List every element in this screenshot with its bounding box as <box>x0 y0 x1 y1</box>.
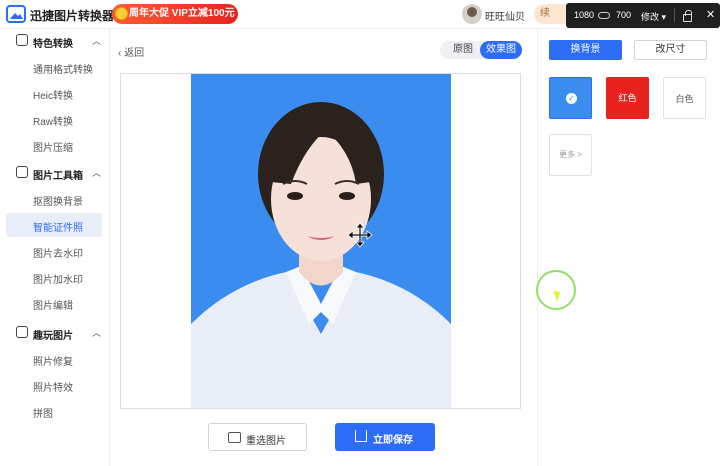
group-label: 趣玩图片 <box>33 331 73 342</box>
sidebar-item-label: 通用格式转换 <box>33 65 93 76</box>
tab-change-background[interactable]: 换背景 <box>549 40 622 60</box>
chevron-up-icon: ︿ <box>92 168 102 178</box>
back-label: 返回 <box>124 48 145 59</box>
image-icon <box>228 432 241 443</box>
app-logo-icon <box>6 5 26 23</box>
promo-banner[interactable]: 周年大促 VIP立减100元 <box>112 4 238 24</box>
id-photo-preview[interactable] <box>191 74 451 408</box>
sidebar-item-label: 图片去水印 <box>33 249 83 260</box>
link-icon[interactable] <box>598 12 610 19</box>
sidebar-item-format-convert[interactable]: 通用格式转换 <box>6 55 102 79</box>
group-label: 特色转换 <box>33 39 73 50</box>
recorder-width[interactable]: 1080 <box>574 10 594 20</box>
sidebar-item-collage[interactable]: 拼图 <box>6 399 102 423</box>
recorder-edit-dropdown[interactable]: 修改 ▾ <box>641 10 666 23</box>
sidebar-item-label: 图片加水印 <box>33 275 83 286</box>
swatch-white[interactable]: 白色 <box>663 77 706 119</box>
lock-icon[interactable] <box>683 10 692 22</box>
check-icon: ✓ <box>566 93 577 104</box>
close-icon[interactable]: ✕ <box>706 8 715 21</box>
move-cursor-icon <box>347 222 373 248</box>
sidebar-item-label: 照片特效 <box>33 383 73 394</box>
sidebar-item-label: Heic转换 <box>33 91 74 102</box>
sidebar-item-label: 照片修复 <box>33 357 73 368</box>
sidebar-group-toolbox[interactable]: 图片工具箱 ︿ <box>0 161 110 185</box>
promo-text: 周年大促 VIP立减100元 <box>129 8 235 19</box>
toolbox-icon <box>16 166 28 178</box>
sidebar-item-label: Raw转换 <box>33 117 74 128</box>
sidebar-item-label: 智能证件照 <box>33 223 83 234</box>
sidebar-item-label: 图片压缩 <box>33 143 73 154</box>
sidebar-item-remove-watermark[interactable]: 图片去水印 <box>6 239 102 263</box>
portrait-image <box>191 102 451 408</box>
preview-canvas <box>120 73 521 409</box>
screen-recorder-toolbar: 1080 700 修改 ▾ ✕ <box>566 3 720 28</box>
divider <box>674 8 675 22</box>
view-effect-tab[interactable]: 效果图 <box>480 41 522 59</box>
sidebar-item-id-photo[interactable]: 智能证件照 <box>6 213 102 237</box>
sidebar-item-repair[interactable]: 照片修复 <box>6 347 102 371</box>
sidebar-item-label: 拼图 <box>33 409 53 420</box>
swatch-red[interactable]: 红色 <box>606 77 649 119</box>
sidebar-item-effects[interactable]: 照片特效 <box>6 373 102 397</box>
more-colors-button[interactable]: 更多 > <box>549 134 592 176</box>
app-title: 迅捷图片转换器 <box>30 9 115 23</box>
sidebar-group-fun[interactable]: 趣玩图片 ︿ <box>0 321 110 345</box>
save-label: 立即保存 <box>373 435 413 446</box>
recorder-height[interactable]: 700 <box>616 10 631 20</box>
save-button[interactable]: 立即保存 <box>335 423 435 451</box>
sidebar-item-add-watermark[interactable]: 图片加水印 <box>6 265 102 289</box>
view-original-tab[interactable]: 原图 <box>444 41 482 59</box>
group-label: 图片工具箱 <box>33 171 83 182</box>
back-button[interactable]: ‹ 返回 <box>118 44 144 59</box>
reselect-label: 重选图片 <box>246 436 286 447</box>
download-icon <box>355 430 367 442</box>
sidebar-item-label: 图片编辑 <box>33 301 73 312</box>
swatch-blue[interactable]: ✓ <box>549 77 592 119</box>
sidebar-group-special-convert[interactable]: 特色转换 ︿ <box>0 29 110 53</box>
avatar[interactable] <box>462 4 482 24</box>
sidebar-item-edit[interactable]: 图片编辑 <box>6 291 102 315</box>
chevron-up-icon: ︿ <box>92 328 102 338</box>
sidebar-item-compress[interactable]: 图片压缩 <box>6 133 102 157</box>
view-toggle: 原图 效果图 <box>440 41 522 59</box>
sidebar-item-cutout[interactable]: 抠图换背景 <box>6 187 102 211</box>
username[interactable]: 旺旺仙贝 <box>485 8 525 23</box>
convert-icon <box>16 34 28 46</box>
image-icon <box>16 326 28 338</box>
sidebar: 特色转换 ︿ 通用格式转换 Heic转换 Raw转换 图片压缩 图片工具箱 ︿ … <box>0 29 110 466</box>
reselect-image-button[interactable]: 重选图片 <box>208 423 307 451</box>
coin-icon <box>115 7 128 20</box>
sidebar-item-label: 抠图换背景 <box>33 197 83 208</box>
tab-change-size[interactable]: 改尺寸 <box>634 40 707 60</box>
sidebar-item-raw[interactable]: Raw转换 <box>6 107 102 131</box>
chevron-up-icon: ︿ <box>92 36 102 46</box>
sidebar-item-heic[interactable]: Heic转换 <box>6 81 102 105</box>
